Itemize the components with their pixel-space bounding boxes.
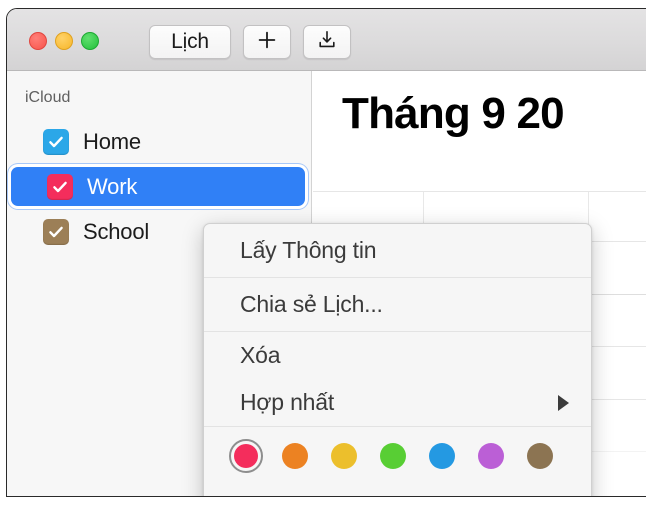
- plus-icon: [257, 30, 277, 55]
- menu-item-share-calendar[interactable]: Chia sẻ Lịch...: [204, 278, 591, 331]
- sidebar-item-label: Home: [83, 128, 141, 154]
- color-swatch-yellow[interactable]: [327, 439, 361, 473]
- traffic-lights: [29, 32, 99, 50]
- sidebar-section-header: iCloud: [25, 89, 71, 106]
- screenshot-root: Lịch Tháng 9 20 iCloud Home Work School …: [0, 0, 646, 507]
- menu-item-custom-color[interactable]: Tùy chỉnh Màu...: [204, 485, 591, 498]
- zoom-window-button[interactable]: [81, 32, 99, 50]
- color-swatch-green[interactable]: [376, 439, 410, 473]
- calendar-context-menu: Lấy Thông tin Chia sẻ Lịch... Xóa Hợp nh…: [203, 223, 592, 498]
- close-window-button[interactable]: [29, 32, 47, 50]
- menu-item-label: Hợp nhất: [240, 389, 335, 415]
- checkbox-school[interactable]: [43, 218, 69, 245]
- window-titlebar: Lịch: [7, 9, 646, 71]
- export-calendar-button[interactable]: [303, 25, 351, 59]
- menu-item-delete[interactable]: Xóa: [204, 332, 591, 379]
- download-tray-icon: [316, 29, 338, 56]
- page-title: Tháng 9 20: [342, 89, 565, 138]
- color-swatch-orange[interactable]: [278, 439, 312, 473]
- add-event-button[interactable]: [243, 25, 291, 59]
- color-swatch-brown[interactable]: [523, 439, 557, 473]
- color-swatch-purple[interactable]: [474, 439, 508, 473]
- submenu-arrow-icon: [558, 394, 569, 411]
- menu-item-label: Chia sẻ Lịch...: [240, 291, 383, 317]
- sidebar-item-home[interactable]: Home: [7, 119, 311, 164]
- calendar-window: Lịch Tháng 9 20 iCloud Home Work School …: [6, 8, 646, 497]
- checkbox-work[interactable]: [47, 173, 73, 200]
- color-swatch-pink[interactable]: [229, 439, 263, 473]
- checkbox-home[interactable]: [43, 128, 69, 155]
- sidebar-item-work[interactable]: Work: [11, 164, 305, 209]
- menu-item-label: Lấy Thông tin: [240, 237, 377, 263]
- calendars-toggle-button[interactable]: Lịch: [149, 25, 231, 59]
- menu-item-get-info[interactable]: Lấy Thông tin: [204, 224, 591, 277]
- color-swatch-row: [204, 427, 591, 485]
- menu-item-label: Xóa: [240, 342, 281, 368]
- calendars-toggle-label: Lịch: [171, 30, 209, 53]
- window-body: Tháng 9 20 09:00 iCloud: [7, 71, 646, 496]
- sidebar-item-label: School: [83, 218, 150, 244]
- menu-item-merge[interactable]: Hợp nhất: [204, 379, 591, 426]
- color-swatch-blue[interactable]: [425, 439, 459, 473]
- minimize-window-button[interactable]: [55, 32, 73, 50]
- sidebar-item-label: Work: [87, 173, 138, 199]
- menu-item-label: Tùy chỉnh Màu...: [240, 497, 407, 498]
- grid-hline: [313, 191, 646, 192]
